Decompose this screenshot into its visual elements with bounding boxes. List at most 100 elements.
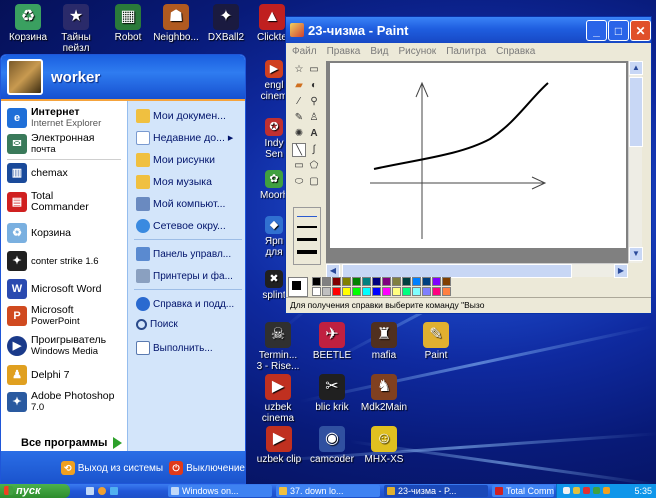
scroll-up-button[interactable]: ▲ <box>629 61 643 75</box>
polygon-icon[interactable]: ⬠ <box>307 159 321 173</box>
paint-title-bar[interactable]: 23-чизма - Paint _ □ ✕ <box>286 17 651 43</box>
color-swatch[interactable] <box>312 277 321 286</box>
eraser-icon[interactable]: ▰ <box>292 79 306 93</box>
rounded-rect-icon[interactable]: ▢ <box>307 175 321 189</box>
line-width-options[interactable] <box>293 207 321 265</box>
menu-item-control-panel[interactable]: Панель управл... <box>136 247 231 261</box>
menu-item-powerpoint[interactable]: P Microsoft PowerPoint <box>7 305 80 327</box>
network-tray-icon[interactable] <box>563 487 570 494</box>
color-swatch[interactable] <box>382 277 391 286</box>
menu-item-my-documents[interactable]: Мои докумен... <box>136 109 226 123</box>
menu-edit[interactable]: Правка <box>327 46 361 57</box>
task-download[interactable]: 37. down lo... <box>276 485 380 497</box>
color-swatch[interactable] <box>362 277 371 286</box>
desktop-icon-tainy[interactable]: ★ Тайны пейзл <box>52 4 100 54</box>
menu-item-my-computer[interactable]: Мой компьют... <box>136 197 225 211</box>
color-swatch[interactable] <box>402 287 411 296</box>
color-swatch[interactable] <box>432 277 441 286</box>
horizontal-scrollbar[interactable]: ◀ ▶ <box>326 263 628 278</box>
color-swatch[interactable] <box>402 277 411 286</box>
desktop-icon-mhx-xs[interactable]: ☺ MHX-XS <box>360 426 408 465</box>
menu-item-chemax[interactable]: ▥ chemax <box>7 163 68 183</box>
menu-item-search[interactable]: Поиск <box>136 319 178 330</box>
color-swatch[interactable] <box>422 287 431 296</box>
color-swatch[interactable] <box>362 287 371 296</box>
menu-item-run[interactable]: Выполнить... <box>136 341 213 355</box>
menu-item-word[interactable]: W Microsoft Word <box>7 279 101 299</box>
browser-icon[interactable] <box>98 487 106 495</box>
task-windows-on[interactable]: Windows on... <box>168 485 272 497</box>
current-colors[interactable] <box>288 277 308 297</box>
text-icon[interactable]: A <box>307 127 321 141</box>
menu-item-network[interactable]: Сетевое окру... <box>136 219 226 233</box>
desktop-icon-clickteam[interactable]: ▲ Clickte <box>256 4 288 43</box>
antivirus-tray-icon[interactable] <box>583 487 590 494</box>
menu-item-printers[interactable]: Принтеры и фа... <box>136 269 233 283</box>
desktop-icon-mdk2main[interactable]: ♞ Mdk2Main <box>358 374 410 413</box>
scroll-thumb-horizontal[interactable] <box>342 264 572 278</box>
free-select-icon[interactable]: ☆ <box>292 63 306 77</box>
scroll-right-button[interactable]: ▶ <box>614 264 628 278</box>
maximize-button[interactable]: □ <box>608 20 629 41</box>
desktop-icon-splinter[interactable]: ✖ splint <box>260 270 288 301</box>
color-swatch[interactable] <box>352 277 361 286</box>
menu-file[interactable]: Файл <box>292 46 317 57</box>
color-swatch[interactable] <box>392 277 401 286</box>
color-swatch[interactable] <box>392 287 401 296</box>
curve-icon[interactable]: ∫ <box>307 143 321 157</box>
color-swatch[interactable] <box>332 287 341 296</box>
rect-select-icon[interactable]: ▭ <box>307 63 321 77</box>
color-swatch[interactable] <box>342 287 351 296</box>
menu-item-total-commander[interactable]: ▤ Total Commander <box>7 191 89 213</box>
eyedropper-icon[interactable]: ⁄ <box>292 95 306 109</box>
desktop-icon-robot[interactable]: ▦ Robot <box>104 4 152 43</box>
menu-item-email[interactable]: ✉ Электронная почта <box>7 133 95 155</box>
menu-item-my-music[interactable]: Моя музыка <box>136 175 212 189</box>
menu-item-counter-strike[interactable]: ✦ conter strike 1.6 <box>7 251 99 271</box>
vertical-scrollbar[interactable]: ▲ ▼ <box>628 61 643 263</box>
ellipse-icon[interactable]: ⬭ <box>292 175 306 189</box>
menu-item-media-player[interactable]: ▶ Проигрыватель Windows Media <box>7 335 106 357</box>
menu-view[interactable]: Вид <box>370 46 388 57</box>
desktop-icon-beetle[interactable]: ✈ BEETLE <box>308 322 356 361</box>
menu-image[interactable]: Рисунок <box>398 46 436 57</box>
color-swatch[interactable] <box>432 287 441 296</box>
all-programs-button[interactable]: Все программы <box>21 437 123 449</box>
color-swatch[interactable] <box>442 277 451 286</box>
color-swatch[interactable] <box>372 277 381 286</box>
desktop-icon-camcoder[interactable]: ◉ camcoder <box>308 426 356 465</box>
color-swatch[interactable] <box>332 277 341 286</box>
color-swatch[interactable] <box>342 277 351 286</box>
color-swatch[interactable] <box>412 277 421 286</box>
desktop-icon-engl-cinema[interactable]: ▶ engl cinem <box>260 60 288 102</box>
paint-canvas[interactable] <box>330 63 626 248</box>
close-button[interactable]: ✕ <box>630 20 651 41</box>
airbrush-icon[interactable]: ✺ <box>292 127 306 141</box>
rectangle-icon[interactable]: ▭ <box>292 159 306 173</box>
color-swatch[interactable] <box>412 287 421 296</box>
user-avatar[interactable] <box>7 59 43 95</box>
menu-item-photoshop[interactable]: ✦ Adobe Photoshop 7.0 <box>7 391 115 413</box>
zoom-icon[interactable]: ⚲ <box>307 95 321 109</box>
color-swatch[interactable] <box>372 287 381 296</box>
desktop-icon-yarp[interactable]: ◆ Ярп для <box>260 216 288 258</box>
line-icon[interactable]: ╲ <box>292 143 306 157</box>
desktop-icon-recycle-bin[interactable]: ♻ Корзина <box>4 4 52 43</box>
scroll-thumb[interactable] <box>629 77 643 147</box>
desktop-icon-neighbours[interactable]: ☗ Neighbo... <box>152 4 200 43</box>
language-tray-icon[interactable] <box>593 487 600 494</box>
update-tray-icon[interactable] <box>603 487 610 494</box>
scroll-down-button[interactable]: ▼ <box>629 247 643 261</box>
desktop-icon-paint[interactable]: ✎ Paint <box>412 322 460 361</box>
color-swatch[interactable] <box>322 287 331 296</box>
scroll-left-button[interactable]: ◀ <box>326 264 340 278</box>
minimize-button[interactable]: _ <box>586 20 607 41</box>
clock[interactable]: 5:35 <box>634 486 652 496</box>
line-width-1[interactable] <box>297 216 317 217</box>
color-swatch[interactable] <box>422 277 431 286</box>
color-swatch[interactable] <box>442 287 451 296</box>
desktop-icon-indy[interactable]: ✪ Indy Sen <box>260 118 288 160</box>
start-button[interactable]: пуск <box>0 484 70 498</box>
shutdown-button[interactable]: ⏻ Выключение <box>169 461 245 475</box>
fill-icon[interactable]: ◐ <box>307 79 321 93</box>
